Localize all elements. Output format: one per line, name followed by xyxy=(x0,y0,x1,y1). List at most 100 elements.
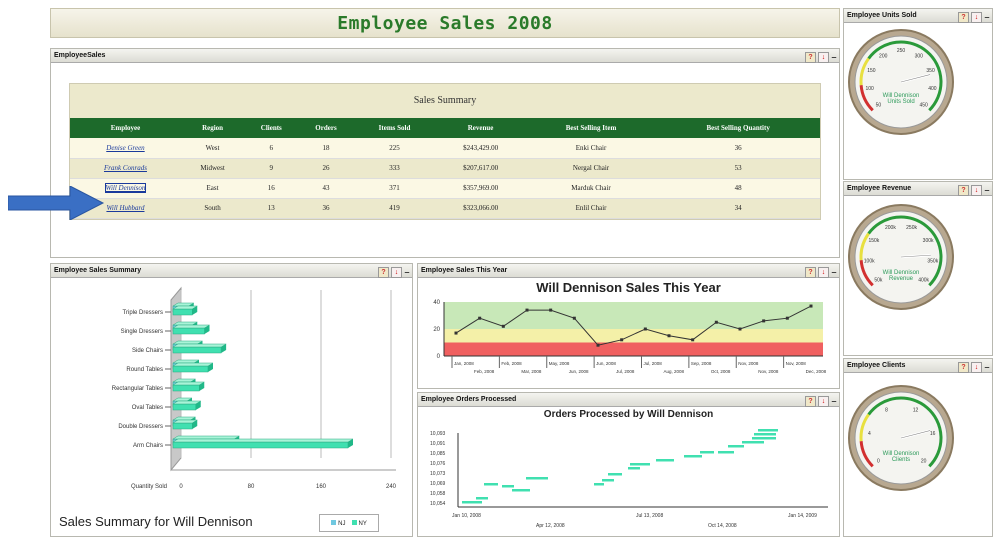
bar xyxy=(172,441,349,449)
panel-title: EmployeeSales xyxy=(54,52,106,59)
legend-item-nj: NJ xyxy=(331,519,346,527)
sales-summary-bar-chart: 0 80 160 240 Quantity Sold Triple Dressers Sin… xyxy=(112,286,397,490)
help-icon[interactable]: ? xyxy=(805,51,816,63)
help-icon[interactable]: ? xyxy=(378,266,389,278)
gauge-label: Will Dennison Units Sold xyxy=(882,93,920,105)
minimize-icon[interactable]: – xyxy=(831,265,837,279)
employee-link[interactable]: Will Dennison xyxy=(104,183,147,193)
employee-sales-panel: EmployeeSales ? ↓ – Sales Summary Employ… xyxy=(50,48,840,258)
data-point xyxy=(572,316,576,320)
gauge-panel-units-sold: Employee Units Sold ? ↓ – 50 100 150 200 250… xyxy=(843,8,993,180)
x-tick-label: Jul, 2008 xyxy=(616,369,635,374)
table-cell: $323,066.00 xyxy=(435,198,526,219)
help-icon[interactable]: ? xyxy=(805,266,816,278)
table-cell: $207,617.00 xyxy=(435,158,526,179)
data-point xyxy=(454,331,458,335)
employee-link[interactable]: Will Hubbard xyxy=(106,204,144,212)
bar xyxy=(172,422,193,430)
gauge-tick-label: 100 xyxy=(865,86,874,92)
export-icon[interactable]: ↓ xyxy=(971,11,982,23)
gauge-tick-label: 250k xyxy=(906,225,917,231)
y-tick-label: 10,054 xyxy=(430,501,446,507)
order-bar xyxy=(718,451,734,454)
minimize-icon[interactable]: – xyxy=(831,50,837,64)
help-icon[interactable]: ? xyxy=(958,361,969,373)
bar xyxy=(172,308,193,316)
table-cell: 16 xyxy=(244,178,299,199)
column-header[interactable]: Items Sold xyxy=(353,118,436,138)
column-header[interactable]: Revenue xyxy=(435,118,526,138)
chart-title: Orders Processed by Will Dennison xyxy=(543,409,714,420)
export-icon[interactable]: ↓ xyxy=(391,266,402,278)
column-header[interactable]: Employee xyxy=(70,118,181,138)
column-header[interactable]: Best Selling Item xyxy=(525,118,657,138)
data-point xyxy=(549,308,553,312)
y-tick-label: 20 xyxy=(433,327,440,333)
chart-band xyxy=(444,329,823,343)
table-cell: Marduk Chair xyxy=(525,178,657,199)
order-bar xyxy=(512,489,530,492)
table-cell: $243,429.00 xyxy=(435,138,526,159)
x-tick-label: Jul 13, 2008 xyxy=(636,513,663,519)
order-bar xyxy=(462,501,482,504)
panel-title: Employee Clients xyxy=(847,362,906,369)
gauge-tick-label: 300k xyxy=(923,238,934,244)
revenue-gauge: 50k100k150k200k 250k300k350k400k xyxy=(848,204,954,310)
sales-summary-table: Sales Summary Employee Region Clients Order… xyxy=(69,83,821,220)
export-icon[interactable]: ↓ xyxy=(818,395,829,407)
x-tick-label: 160 xyxy=(316,484,327,490)
export-icon[interactable]: ↓ xyxy=(971,184,982,196)
help-icon[interactable]: ? xyxy=(958,184,969,196)
y-tick-label: 10,076 xyxy=(430,461,446,467)
table-cell: South xyxy=(180,198,245,219)
panel-title: Employee Units Sold xyxy=(847,12,917,19)
x-tick-label: Sep, 2008 xyxy=(691,361,712,366)
order-bar xyxy=(728,445,744,448)
table-row[interactable]: Will Hubbard South 13 36 419 $323,066.00 Enlil… xyxy=(70,198,820,219)
x-tick-label: 0 xyxy=(179,484,183,490)
column-header[interactable]: Best Selling Quantity xyxy=(656,118,820,138)
order-bar xyxy=(684,455,702,458)
export-icon[interactable]: ↓ xyxy=(971,361,982,373)
employee-link[interactable]: Frank Conrads xyxy=(104,164,147,172)
table-row[interactable]: Will Dennison East 16 43 371 $357,969.00 Mardu… xyxy=(70,178,820,199)
minimize-icon[interactable]: – xyxy=(404,265,410,279)
employee-link[interactable]: Denise Green xyxy=(106,144,144,152)
table-title: Sales Summary xyxy=(70,84,820,118)
order-bar xyxy=(502,485,514,488)
x-tick-label: Mar, 2008 xyxy=(521,369,542,374)
table-row[interactable]: Denise Green West 6 18 225 $243,429.00 Enki Ch… xyxy=(70,138,820,159)
gauge-tick-label: 250 xyxy=(897,48,906,54)
bar-top xyxy=(172,362,214,367)
order-bar xyxy=(484,483,498,486)
export-icon[interactable]: ↓ xyxy=(818,266,829,278)
minimize-icon[interactable]: – xyxy=(831,394,837,408)
bar xyxy=(172,403,196,411)
panel-title: Employee Orders Processed xyxy=(421,396,517,403)
table-row[interactable]: Frank Conrads Midwest 9 26 333 $207,617.00 Ner… xyxy=(70,158,820,179)
export-icon[interactable]: ↓ xyxy=(818,51,829,63)
minimize-icon[interactable]: – xyxy=(984,10,990,24)
table-cell: 43 xyxy=(298,178,354,199)
sales-this-year-line-chart: 02040Jan, 2008 Feb, 2008 May, 2008 Jun, 200… xyxy=(433,300,826,374)
table-cell: West xyxy=(180,138,245,159)
gauge-tick-label: 4 xyxy=(868,431,871,437)
column-header[interactable]: Orders xyxy=(298,118,354,138)
column-header[interactable]: Region xyxy=(180,118,245,138)
help-icon[interactable]: ? xyxy=(805,395,816,407)
chart-legend: NJ NY xyxy=(319,514,379,532)
column-header[interactable]: Clients xyxy=(244,118,299,138)
bar-top xyxy=(172,324,211,329)
panel-title: Employee Sales Summary xyxy=(54,267,142,274)
x-tick-label: Feb, 2008 xyxy=(501,361,522,366)
units-sold-gauge: 50100150200250300350400450 xyxy=(848,29,954,135)
x-tick-label: Jan 14, 2009 xyxy=(788,513,817,519)
table-cell: 36 xyxy=(298,198,354,219)
minimize-icon[interactable]: – xyxy=(984,360,990,374)
minimize-icon[interactable]: – xyxy=(984,183,990,197)
x-tick-label: Nov, 2008 xyxy=(758,369,779,374)
data-point xyxy=(478,316,482,320)
help-icon[interactable]: ? xyxy=(958,11,969,23)
data-point xyxy=(501,324,505,328)
data-point xyxy=(809,304,813,308)
